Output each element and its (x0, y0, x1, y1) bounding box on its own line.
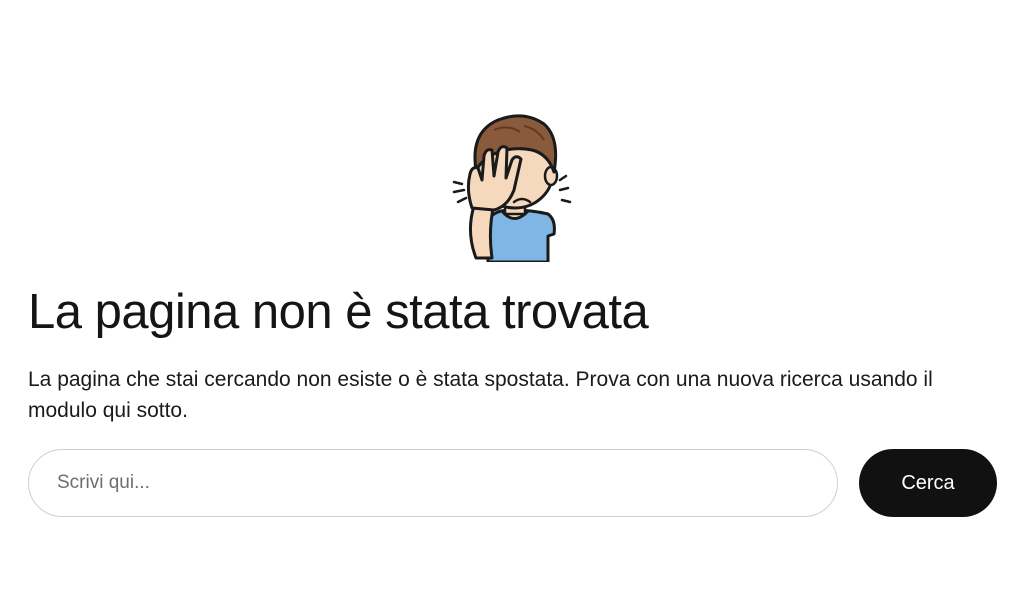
page-title: La pagina non è stata trovata (28, 285, 649, 339)
error-description: La pagina che stai cercando non esiste o… (28, 368, 933, 422)
not-found-page: La pagina non è stata trovata La pagina … (0, 0, 1024, 590)
search-form: Cerca (28, 449, 998, 517)
facepalm-boy-icon (436, 110, 586, 262)
search-input[interactable] (28, 449, 838, 517)
search-button[interactable]: Cerca (859, 449, 997, 517)
